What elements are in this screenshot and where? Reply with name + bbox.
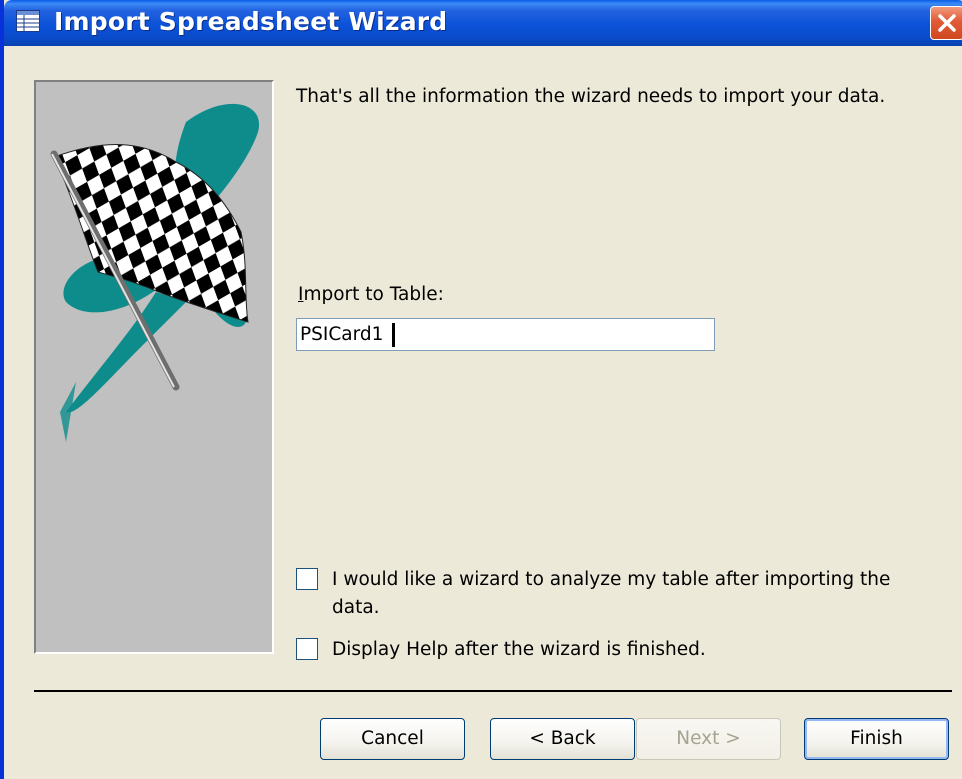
close-button[interactable] <box>930 6 962 40</box>
analyze-line-1: I would like a wizard to analyze my tabl… <box>332 569 891 590</box>
cancel-button[interactable]: Cancel <box>320 718 465 760</box>
display-help-checkbox[interactable] <box>296 638 318 660</box>
import-to-table-label: Import to Table: <box>298 284 444 305</box>
analyze-table-label[interactable]: I would like a wizard to analyze my tabl… <box>332 566 890 622</box>
wizard-illustration-panel <box>34 80 274 654</box>
next-button[interactable]: Next > <box>636 718 781 760</box>
table-name-input[interactable] <box>296 318 715 351</box>
text-caret <box>392 323 395 347</box>
title-bar[interactable]: Import Spreadsheet Wizard <box>4 0 962 46</box>
analyze-line-2: data. <box>332 597 380 618</box>
datasheet-icon <box>16 10 40 32</box>
wizard-info-text: That's all the information the wizard ne… <box>296 86 886 107</box>
close-x-icon <box>938 14 956 32</box>
import-label-rest: mport to Table: <box>303 284 444 305</box>
window-title: Import Spreadsheet Wizard <box>54 7 448 36</box>
button-separator <box>34 690 952 692</box>
finish-button[interactable]: Finish <box>804 718 949 760</box>
wizard-window: Import Spreadsheet Wizard That's all the… <box>0 0 962 779</box>
display-help-label[interactable]: Display Help after the wizard is finishe… <box>332 636 706 664</box>
back-button[interactable]: < Back <box>490 718 635 760</box>
checkered-flag-illustration <box>50 103 260 442</box>
analyze-table-checkbox[interactable] <box>296 568 318 590</box>
